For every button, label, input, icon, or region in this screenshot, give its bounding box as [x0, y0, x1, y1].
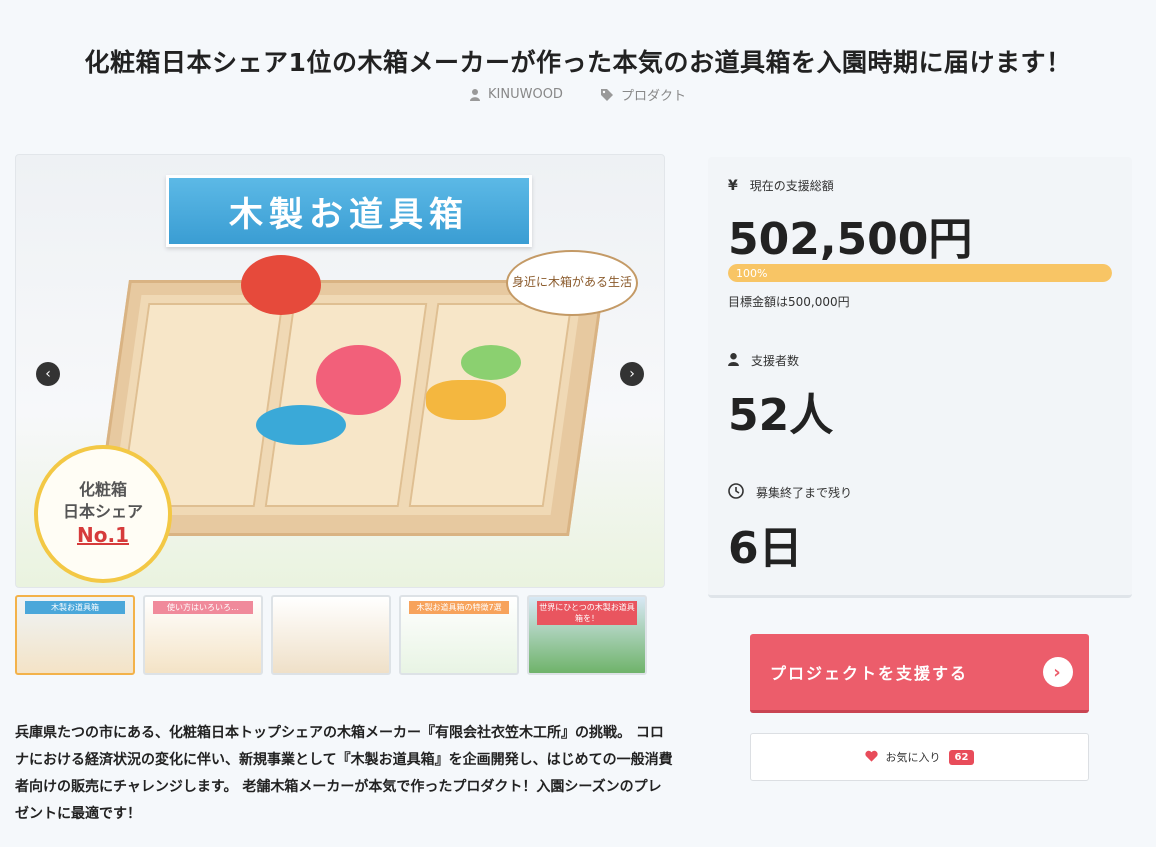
- tag-icon: [600, 88, 613, 101]
- badge-line3: No.1: [77, 523, 129, 548]
- share-badge: 化粧箱 日本シェア No.1: [34, 445, 172, 583]
- speech-bubble: 身近に木箱がある生活: [506, 250, 638, 316]
- support-button-label: プロジェクトを支援する: [770, 664, 969, 683]
- backers-label-row: 支援者数: [728, 352, 799, 369]
- author-meta[interactable]: KINUWOOD: [470, 85, 563, 104]
- clock-icon: [728, 483, 744, 502]
- project-meta: KINUWOOD プロダクト: [0, 85, 1156, 104]
- total-label-row: ¥ 現在の支援総額: [728, 177, 834, 194]
- thumbnail-strip: 木製お道具箱 使い方はいろいろ… 木製お道具箱の特徴7選 世界にひとつの木製お道…: [15, 595, 647, 675]
- category-name: プロダクト: [620, 89, 686, 104]
- pink-tape-item: [316, 345, 401, 415]
- yen-icon: ¥: [728, 177, 738, 194]
- thumbnail-4[interactable]: 木製お道具箱の特徴7選: [399, 595, 519, 675]
- blue-stapler-item: [256, 405, 346, 445]
- hero-banner-text: 木製お道具箱: [166, 175, 532, 247]
- chevron-left-icon: ‹: [45, 366, 51, 382]
- thumbnail-label: 世界にひとつの木製お道具箱を！: [537, 601, 637, 625]
- project-description: 兵庫県たつの市にある、化粧箱日本トップシェアの木箱メーカー『有限会社衣笠木工所』…: [15, 725, 673, 822]
- page-title: 化粧箱日本シェア1位の木箱メーカーが作った本気のお道具箱を入園時期に届けます！: [84, 47, 1072, 77]
- funding-panel: ¥ 現在の支援総額 502,500円 100% 目標金額は500,000円 支援…: [708, 157, 1132, 598]
- heart-icon: [864, 750, 878, 765]
- badge-line1: 化粧箱: [78, 479, 127, 499]
- thumbnail-label: 木製お道具箱の特徴7選: [409, 601, 509, 614]
- remaining-label: 募集終了まで残り: [756, 486, 853, 500]
- badge-line2: 日本シェア: [62, 501, 143, 521]
- goal-amount: 目標金額は500,000円: [728, 295, 850, 309]
- favorite-label: お気に入り: [885, 751, 941, 764]
- red-tape-dispenser: [241, 255, 321, 315]
- user-icon: [728, 352, 739, 369]
- slider-prev-button[interactable]: ‹: [36, 362, 60, 386]
- total-amount: 502,500円: [728, 214, 973, 265]
- thumbnail-2[interactable]: 使い方はいろいろ…: [143, 595, 263, 675]
- total-label: 現在の支援総額: [749, 179, 834, 193]
- category-meta[interactable]: プロダクト: [600, 85, 686, 104]
- user-icon: [470, 88, 481, 101]
- backers-count: 52人: [728, 390, 834, 441]
- thumbnail-1[interactable]: 木製お道具箱: [15, 595, 135, 675]
- remaining-label-row: 募集終了まで残り: [728, 483, 852, 502]
- scissors-item: [426, 380, 506, 420]
- progress-fill: 100%: [728, 264, 1112, 282]
- thumbnail-3[interactable]: [271, 595, 391, 675]
- thumbnail-5[interactable]: 世界にひとつの木製お道具箱を！: [527, 595, 647, 675]
- thumbnail-label: 木製お道具箱: [25, 601, 125, 614]
- clips-item: [461, 345, 521, 380]
- backers-label: 支援者数: [751, 354, 800, 368]
- funding-progress-bar: 100%: [728, 264, 1112, 282]
- chevron-right-icon: ›: [629, 366, 635, 382]
- thumbnail-label: 使い方はいろいろ…: [153, 601, 253, 614]
- main-image-slider: 木製お道具箱 身近に木箱がある生活 化粧箱 日本シェア No.1 ‹ ›: [15, 154, 665, 588]
- author-name: KINUWOOD: [488, 87, 563, 102]
- remaining-days: 6日: [728, 523, 803, 574]
- favorite-button[interactable]: お気に入り 62: [750, 733, 1089, 781]
- slider-next-button[interactable]: ›: [620, 362, 644, 386]
- chevron-right-icon: ›: [1043, 657, 1073, 687]
- favorite-count-badge: 62: [948, 749, 975, 765]
- support-project-button[interactable]: プロジェクトを支援する ›: [750, 634, 1089, 713]
